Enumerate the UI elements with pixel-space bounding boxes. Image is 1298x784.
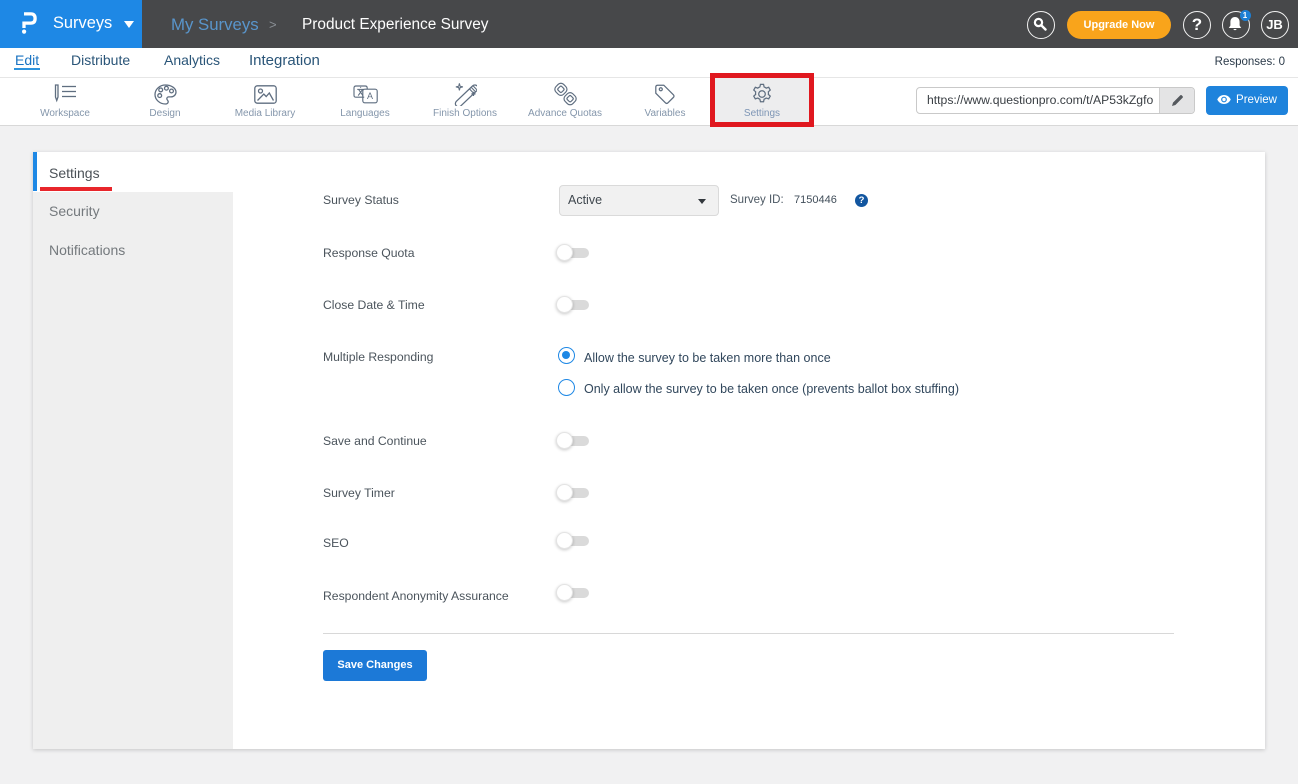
svg-text:A: A (366, 91, 372, 101)
